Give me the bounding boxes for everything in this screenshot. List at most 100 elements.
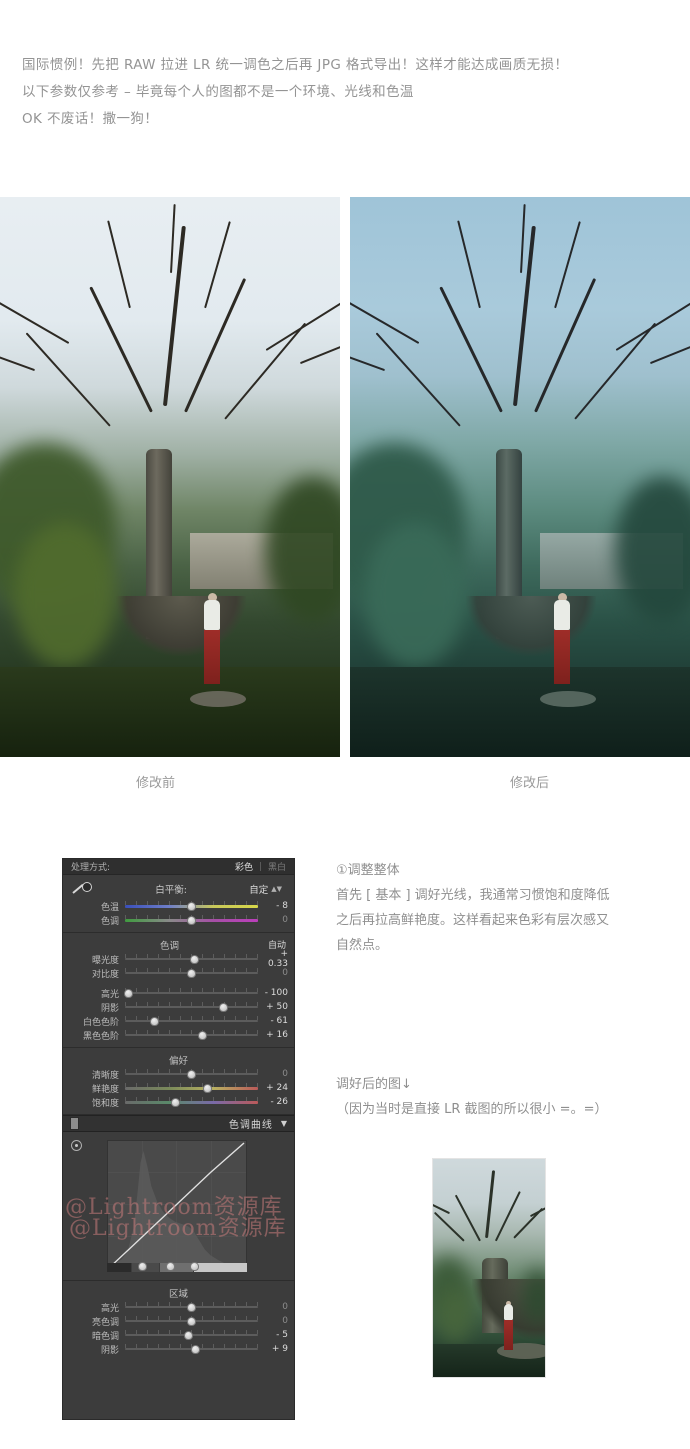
eyedropper-icon[interactable] [71,880,93,898]
presence-header: 偏好 [63,1052,294,1067]
slider-track-area[interactable] [125,1342,258,1356]
treatment-bw-option[interactable]: 黑白 [268,860,286,873]
slider-value: - 8 [276,901,288,911]
treatment-separator [259,862,261,871]
slider-track-area[interactable] [125,913,258,927]
slider-track-area[interactable] [125,1095,258,1109]
slider-knob[interactable] [187,915,196,925]
slider-label: 暗色调 [91,1331,119,1342]
slider-curve-shadows[interactable]: 阴影 + 9 [63,1342,294,1356]
before-figure [204,593,220,685]
tone-curve-box[interactable] [107,1140,247,1270]
slider-temperature[interactable]: 色温 - 8 [63,899,294,913]
curve-split-knob-shadows[interactable] [137,1262,147,1271]
curve-split-knob-highlights[interactable] [189,1262,199,1271]
slider-tint[interactable]: 色调 0 [63,913,294,927]
slider-saturation[interactable]: 饱和度 - 26 [63,1095,294,1109]
slider-knob[interactable] [187,1316,196,1326]
slider-curve-highlights[interactable]: 高光 0 [63,1300,294,1314]
slider-track-area[interactable] [125,952,258,966]
slider-track-area[interactable] [124,986,258,1000]
thumbnail-figure [503,1301,513,1351]
notes-body-3: 自然点。 [336,938,389,953]
slider-curve-lights[interactable]: 亮色调 0 [63,1314,294,1328]
treatment-label: 处理方式: [71,863,111,873]
region-title: 区域 [168,1288,188,1300]
slider-knob[interactable] [190,1344,200,1354]
slider-knob[interactable] [184,1330,194,1340]
notes-heading: ①调整整体 [336,863,400,878]
slider-value: + 24 [266,1083,288,1093]
caption-after: 修改后 [510,776,550,791]
result-note-2: （因为当时是直接 LR 截图的所以很小 =。=） [336,1102,608,1117]
thumbnail-photo [433,1159,545,1377]
slider-blacks[interactable]: 黑色色阶 + 16 [63,1028,294,1042]
slider-clarity[interactable]: 清晰度 0 [63,1067,294,1081]
slider-knob[interactable] [124,988,134,998]
tone-curve-panel-header[interactable]: 色调曲线 ▼ [63,1115,294,1132]
slider-knob[interactable] [202,1083,212,1093]
slider-label: 清晰度 [91,1070,119,1081]
slider-knob[interactable] [197,1030,207,1040]
curve-split-knob-midtones[interactable] [165,1262,175,1271]
treatment-color-option[interactable]: 彩色 [235,860,253,873]
before-photo [0,197,340,757]
intro-text-block: 国际惯例！先把 RAW 拉进 LR 统一调色之后再 JPG 格式导出！这样才能达… [22,52,672,133]
slider-knob[interactable] [187,901,196,911]
slider-label: 白色色阶 [82,1017,119,1028]
slider-value: 0 [282,915,288,925]
slider-knob[interactable] [149,1016,159,1026]
white-balance-header: 白平衡: 自定 ▲▼ [63,879,294,899]
white-balance-preset-dropdown[interactable]: 自定 ▲▼ [249,882,286,896]
slider-curve-darks[interactable]: 暗色调 - 5 [63,1328,294,1342]
slider-track-area[interactable] [125,1028,258,1042]
lightroom-develop-panel: 处理方式: 彩色 黑白 白平衡: 自定 ▲▼ 色温 - 8 色调 0 色调 自动… [62,858,295,1420]
slider-track-area[interactable] [125,1314,258,1328]
slider-knob[interactable] [218,1002,228,1012]
slider-track-area[interactable] [125,966,258,980]
slider-value: - 5 [276,1330,288,1340]
slider-knob[interactable] [189,954,199,964]
notes-block: ①调整整体 首先 [ 基本 ] 调好光线，我通常习惯饱和度降低 之后再拉高鲜艳度… [336,858,686,958]
after-foliage-lower [363,521,466,668]
slider-knob[interactable] [187,968,196,978]
slider-track-area[interactable] [125,1300,258,1314]
slider-label: 亮色调 [91,1317,119,1328]
slider-value: 0 [282,1069,288,1079]
intro-line-2: 以下参数仅参考 – 毕竟每个人的图都不是一个环境、光线和色温 [22,84,414,100]
curve-line[interactable] [108,1141,246,1269]
after-figure [554,593,570,685]
tone-title: 色调 [159,940,179,952]
intro-line-1: 国际惯例！先把 RAW 拉进 LR 统一调色之后再 JPG 格式导出！这样才能达… [22,57,569,73]
slider-highlights[interactable]: 高光 - 100 [63,986,294,1000]
slider-vibrance[interactable]: 鲜艳度 + 24 [63,1081,294,1095]
slider-track-area[interactable] [125,899,258,913]
slider-value: - 61 [270,1016,288,1026]
curve-range-splits [107,1263,247,1272]
slider-label: 黑色色阶 [82,1031,119,1042]
slider-track-area[interactable] [125,1328,258,1342]
slider-track-area[interactable] [125,1014,258,1028]
slider-shadows[interactable]: 阴影 + 50 [63,1000,294,1014]
slider-track-area[interactable] [125,1081,258,1095]
result-notes-block: 调好后的图↓ （因为当时是直接 LR 截图的所以很小 =。=） [336,1072,686,1122]
chevron-down-icon[interactable]: ▼ [281,1119,287,1128]
white-balance-preset-value: 自定 [249,885,269,896]
slider-value: + 16 [266,1030,288,1040]
slider-knob[interactable] [187,1069,196,1079]
white-balance-label: 白平衡: [155,885,187,896]
slider-value: - 100 [264,988,288,998]
slider-track-area[interactable] [125,1000,258,1014]
slider-knob[interactable] [187,1302,196,1312]
slider-contrast[interactable]: 对比度 0 [63,966,294,980]
slider-label: 对比度 [91,969,119,980]
slider-whites[interactable]: 白色色阶 - 61 [63,1014,294,1028]
after-stepping-stone [540,690,597,707]
slider-label: 高光 [100,989,119,1000]
slider-track-area[interactable] [125,1067,258,1081]
slider-exposure[interactable]: 曝光度 + 0.33 [63,949,294,969]
target-adjust-icon[interactable] [71,1140,82,1151]
panel-switch-icon[interactable] [70,1117,79,1130]
slider-knob[interactable] [171,1097,181,1107]
before-foliage-lower [13,521,116,668]
